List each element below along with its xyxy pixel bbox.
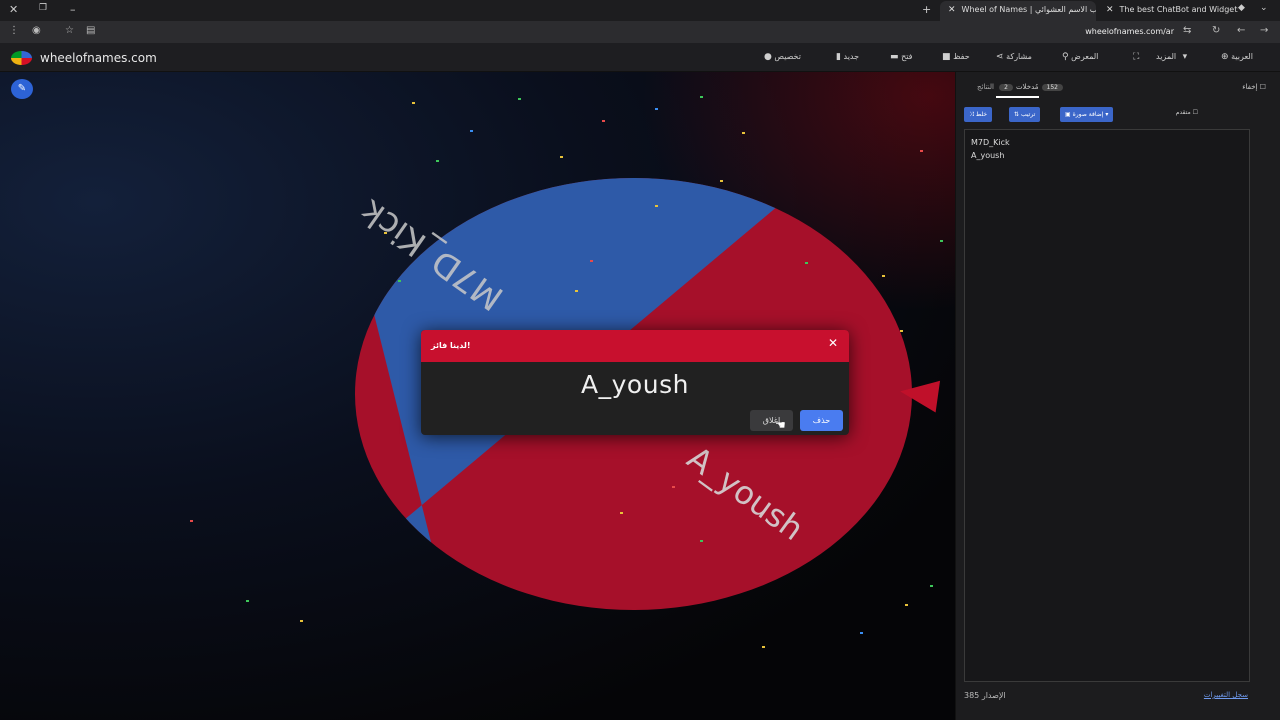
save-icon: ■ [942, 52, 951, 62]
browser-tab-strip: ✕ ❐ – + ✕ Wheel of Names | دولاب الاسم ال… [0, 0, 1280, 21]
browser-tab-chatbot[interactable]: ✕ The best ChatBot and Widgets [1098, 1, 1238, 21]
close-button[interactable]: إغلاق [750, 410, 793, 431]
winner-name: A_yoush [581, 370, 689, 399]
menu-gallery[interactable]: ⚲ المعرض [1058, 52, 1098, 62]
checkbox-icon: ☐ [1192, 109, 1198, 116]
window-minimize-icon[interactable]: – [70, 3, 76, 16]
list-item: M7D_Kick [971, 138, 1010, 147]
changelog-link[interactable]: سجل التغييرات [1204, 691, 1248, 699]
hide-toggle[interactable]: إخفاء ☐ [1242, 83, 1266, 91]
advanced-toggle[interactable]: متقدم ☐ [1176, 109, 1198, 116]
menu-customize[interactable]: ● تخصيص [760, 52, 801, 62]
tab-close-icon[interactable]: ✕ [948, 5, 956, 15]
menu-dots-icon[interactable]: ⋮ [9, 25, 19, 36]
list-item: A_yoush [971, 151, 1005, 160]
tab-entries[interactable]: مُدخلات2 [996, 83, 1039, 98]
entries-sidebar: مُدخلات2 النتائج 152 إخفاء ☐ ⤨ خلط ⇅ ترتي… [955, 72, 1280, 720]
winner-dialog-header: لدينا فائز! ✕ [421, 330, 849, 362]
tab-title: Wheel of Names | دولاب الاسم العشوائي [961, 5, 1096, 14]
bookmark-star-icon[interactable]: ☆ [65, 25, 74, 36]
reading-list-icon[interactable]: ▤ [86, 25, 95, 36]
view-icon[interactable]: ◉ [32, 25, 41, 36]
shuffle-button[interactable]: ⤨ خلط [964, 107, 993, 122]
extension-icon[interactable]: ◆ [1238, 3, 1245, 13]
back-icon[interactable]: ← [1237, 25, 1245, 36]
tab-close-icon[interactable]: ✕ [1106, 5, 1114, 15]
site-logo-icon[interactable] [11, 51, 32, 65]
add-image-button[interactable]: ▣ إضافة صورة ▾ [1060, 107, 1114, 122]
browser-tab-wheel-of-names[interactable]: ✕ Wheel of Names | دولاب الاسم العشوائي [940, 1, 1096, 21]
menu-save[interactable]: ■ حفظ [938, 52, 970, 62]
results-count-badge: 152 [1041, 84, 1063, 91]
window-close-icon[interactable]: ✕ [9, 3, 18, 16]
window-restore-icon[interactable]: ❐ [39, 3, 47, 13]
chevron-down-icon: ▾ [1182, 52, 1188, 62]
new-tab-icon[interactable]: + [922, 3, 931, 16]
entries-textarea[interactable]: M7D_Kick A_yoush [964, 129, 1250, 682]
fullscreen-icon: ⛶ [1133, 52, 1140, 62]
sidebar-tabs: مُدخلات2 النتائج 152 [963, 83, 1066, 98]
entries-count-badge: 2 [999, 84, 1013, 91]
address-bar: ⋮ ◉ ☆ ▤ wheelofnames.com/ar ⇆ ↻ ← → [0, 21, 1280, 43]
file-icon: ▮ [836, 52, 841, 62]
winner-dialog-title: لدينا فائز! [431, 341, 471, 350]
app-header: wheelofnames.com ● تخصيص ▮ جديد ▬ فتح ■ … [0, 43, 1280, 72]
menu-more[interactable]: المزيد ▾ [1156, 52, 1187, 62]
forward-icon[interactable]: → [1260, 25, 1268, 36]
sort-icon: ⇅ [1014, 111, 1020, 118]
chevron-down-icon: ▾ [1105, 111, 1109, 118]
search-icon: ⚲ [1062, 52, 1069, 62]
sort-button[interactable]: ⇅ ترتيب [1009, 107, 1041, 122]
shuffle-icon: ⤨ [969, 111, 974, 118]
fullscreen-button[interactable]: ⛶ [1129, 52, 1139, 62]
palette-icon: ● [764, 52, 772, 62]
menu-new[interactable]: ▮ جديد [832, 52, 859, 62]
menu-chevron-icon[interactable]: ⌄ [1260, 3, 1268, 13]
pointer-cursor-icon: ☚ [775, 418, 786, 432]
image-icon: ▣ [1065, 111, 1071, 118]
globe-icon: ⊕ [1221, 52, 1229, 62]
url-field[interactable]: wheelofnames.com/ar [1085, 27, 1174, 36]
version-label: الإصدار 385 [964, 691, 1006, 700]
site-name[interactable]: wheelofnames.com [40, 51, 157, 65]
close-icon[interactable]: ✕ [828, 336, 838, 350]
folder-icon: ▬ [890, 52, 899, 62]
edit-pencil-icon[interactable]: ✎ [11, 79, 33, 99]
wheel-pointer [897, 375, 941, 413]
menu-share[interactable]: ⋖ مشاركة [992, 52, 1032, 62]
site-settings-icon[interactable]: ⇆ [1183, 25, 1191, 36]
menu-open[interactable]: ▬ فتح [886, 52, 912, 62]
menu-language[interactable]: ⊕ العربية [1217, 52, 1253, 62]
share-icon: ⋖ [996, 52, 1004, 62]
reload-icon[interactable]: ↻ [1212, 25, 1220, 36]
remove-button[interactable]: حذف [800, 410, 843, 431]
checkbox-icon: ☐ [1259, 83, 1266, 91]
tab-title: The best ChatBot and Widgets [1119, 5, 1238, 14]
